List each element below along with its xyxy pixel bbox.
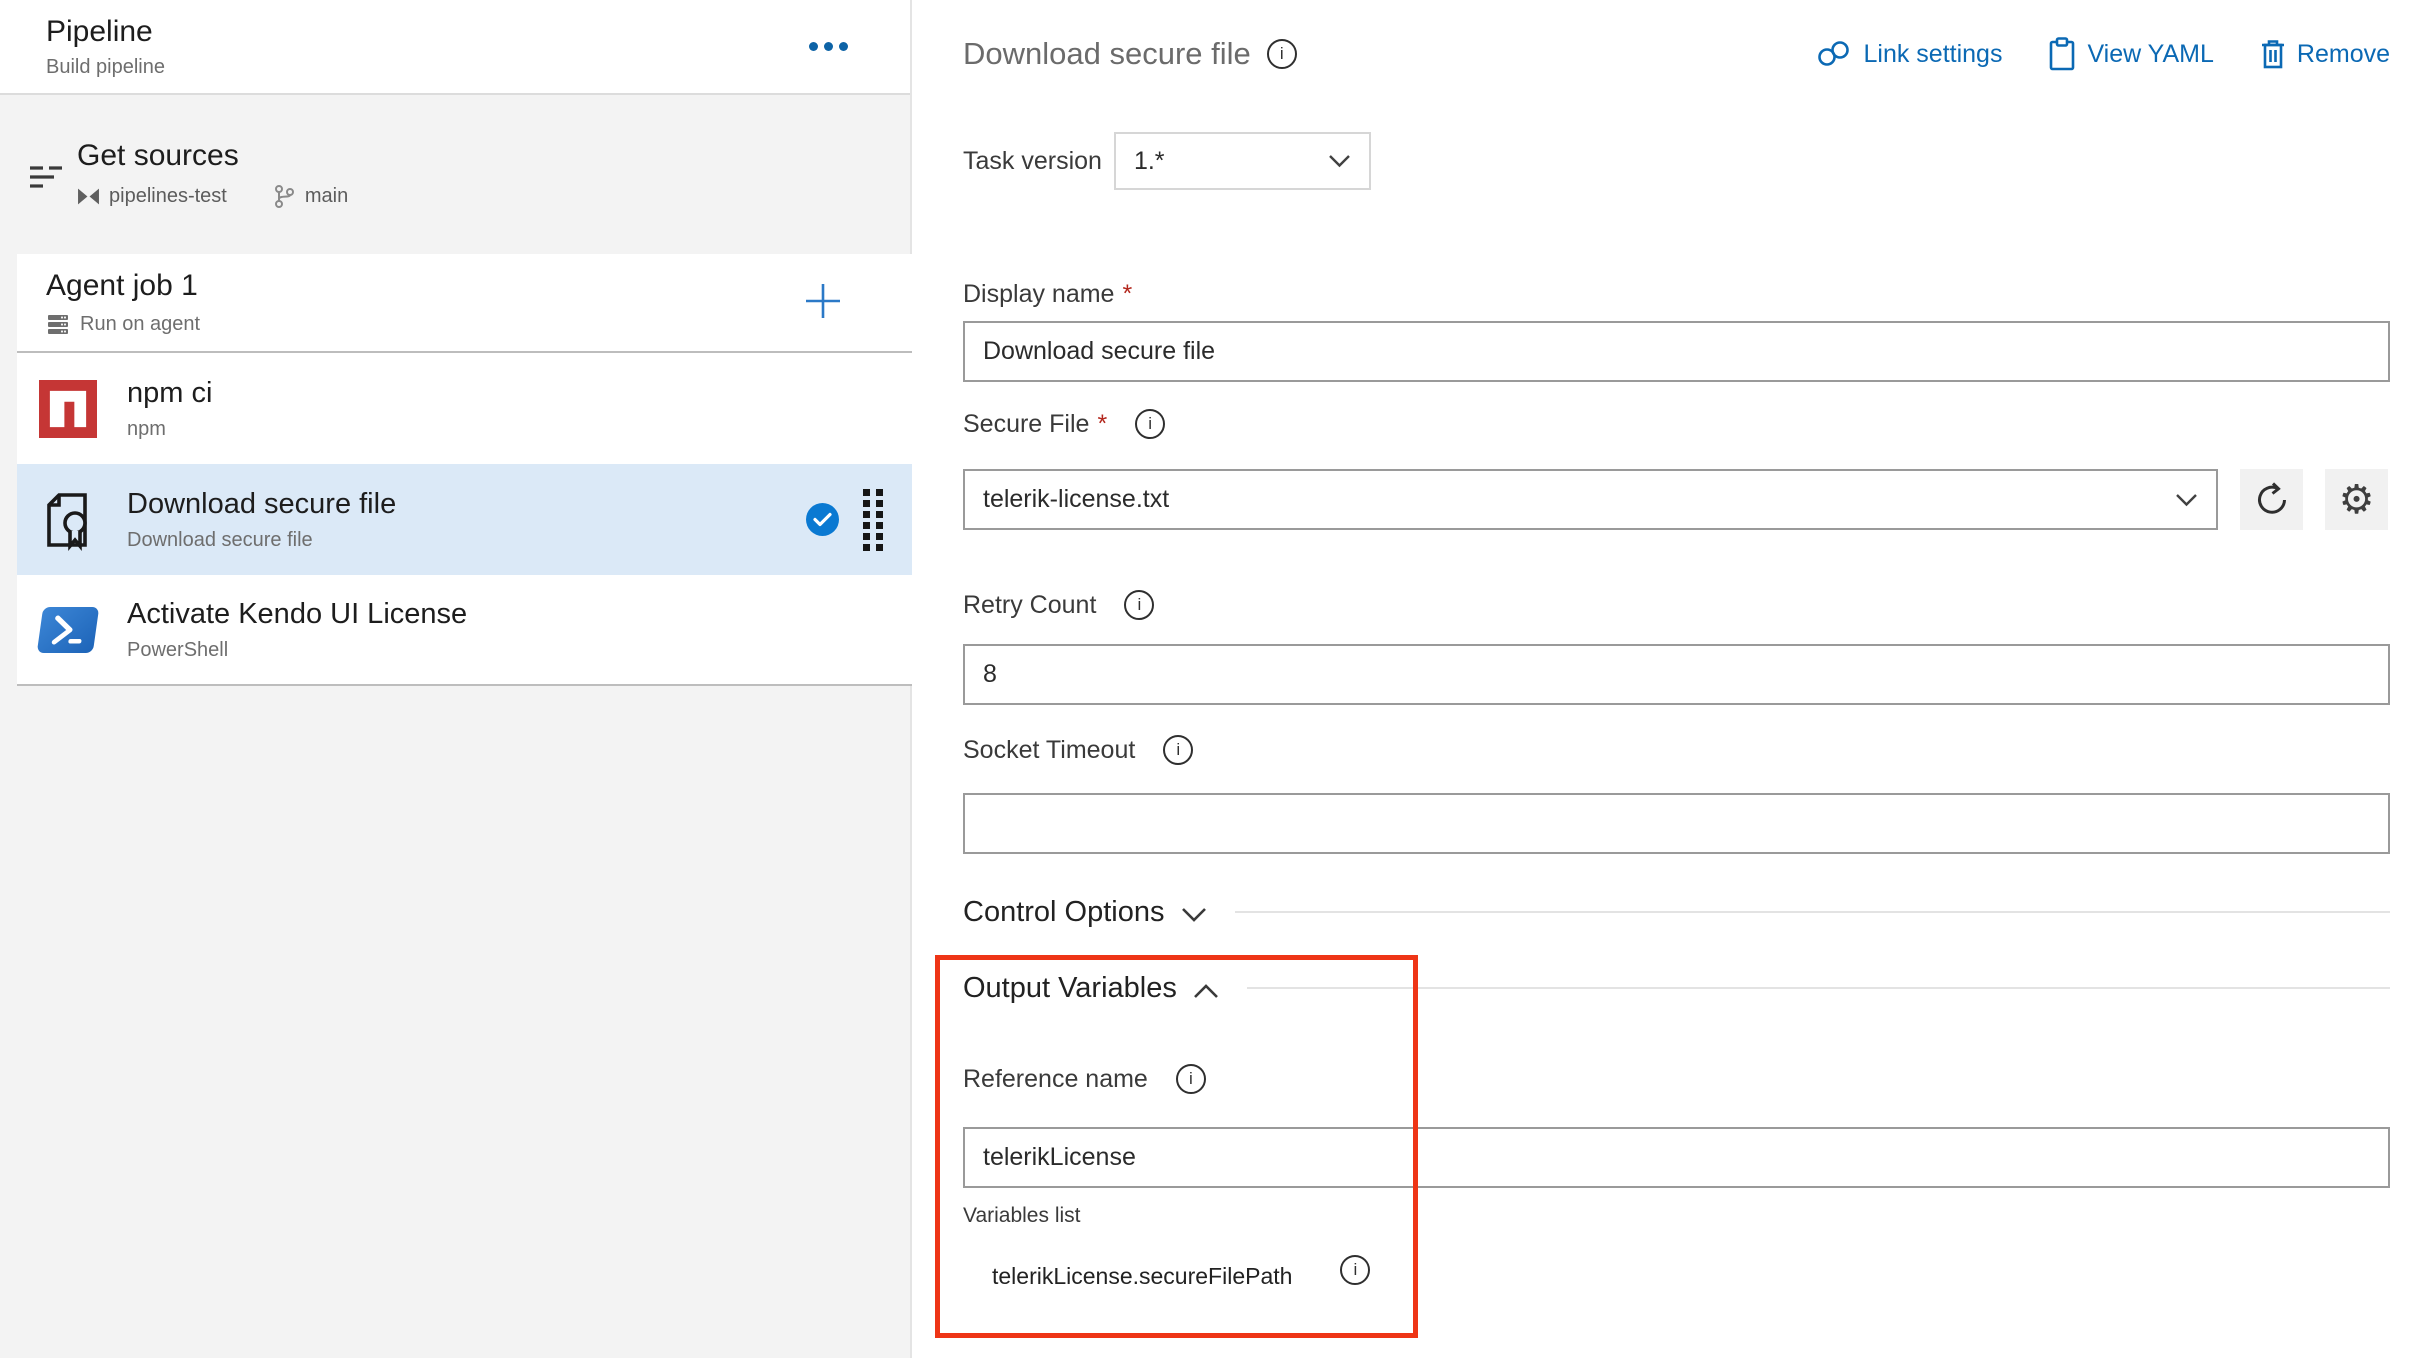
info-icon[interactable]: i <box>1176 1064 1206 1094</box>
pipeline-subtitle: Build pipeline <box>46 56 165 79</box>
display-name-label: Display name * <box>963 280 2390 309</box>
task-version-select[interactable]: 1.* <box>1114 132 1371 190</box>
settings-button[interactable]: ⚙ <box>2325 469 2388 530</box>
add-task-button[interactable] <box>800 278 846 327</box>
task-subtitle: PowerShell <box>127 639 467 662</box>
output-variable-name: telerikLicense.secureFilePath <box>992 1263 1292 1290</box>
chevron-down-icon <box>1181 907 1207 923</box>
remove-button[interactable]: Remove <box>2260 38 2390 70</box>
section-divider <box>1235 911 2391 913</box>
required-marker: * <box>1122 280 1132 309</box>
chevron-down-icon <box>1328 154 1351 168</box>
link-settings-button[interactable]: Link settings <box>1816 40 2002 69</box>
task-version-row: Task version 1.* <box>963 132 2390 190</box>
display-name-input[interactable] <box>963 321 2390 382</box>
section-output-variables[interactable]: Output Variables <box>963 967 2390 1009</box>
pipeline-title: Pipeline <box>46 15 165 49</box>
powershell-icon <box>37 607 99 653</box>
required-marker: * <box>1097 410 1107 439</box>
variables-list-label: Variables list <box>963 1204 2390 1228</box>
repository-name: pipelines-test <box>109 185 227 208</box>
clipboard-icon <box>2048 37 2076 71</box>
pipeline-header-text: Pipeline Build pipeline <box>46 15 165 79</box>
agent-server-icon <box>46 312 70 336</box>
reference-name-input[interactable] <box>963 1127 2390 1188</box>
reference-name-label: Reference name i <box>963 1064 2390 1094</box>
info-icon[interactable]: i <box>1267 39 1297 69</box>
retry-count-label: Retry Count i <box>963 590 2390 620</box>
repository-icon <box>77 187 100 206</box>
branch-icon <box>273 183 296 210</box>
link-icon <box>1816 40 1852 68</box>
branch-name: main <box>305 185 348 208</box>
task-item-activate-kendo-license[interactable]: Activate Kendo UI License PowerShell <box>17 575 912 686</box>
more-options-button[interactable] <box>803 36 854 57</box>
task-detail-panel: Download secure file i Link settings Vie… <box>912 0 2410 1358</box>
get-sources-title: Get sources <box>77 139 348 173</box>
secure-file-icon <box>39 489 97 551</box>
sidebar-item-agent-job[interactable]: Agent job 1 Run on agent <box>17 254 912 353</box>
ellipsis-icon <box>809 42 818 51</box>
task-title: Activate Kendo UI License <box>127 598 467 631</box>
section-divider <box>1247 987 2390 989</box>
info-icon[interactable]: i <box>1124 590 1154 620</box>
refresh-button[interactable] <box>2240 469 2303 530</box>
section-control-options[interactable]: Control Options <box>963 891 2390 933</box>
agent-job-card: Agent job 1 Run on agent <box>17 254 912 686</box>
panel-header: Download secure file i Link settings Vie… <box>963 30 2390 78</box>
sidebar-item-get-sources[interactable]: Get sources pipelines-test main <box>0 95 910 254</box>
sidebar-empty-area <box>0 686 910 1358</box>
refresh-icon <box>2253 481 2291 519</box>
task-item-download-secure-file[interactable]: Download secure file Download secure fil… <box>17 464 912 575</box>
pipeline-header: Pipeline Build pipeline <box>0 0 910 95</box>
gear-icon: ⚙ <box>2339 480 2375 520</box>
task-version-label: Task version <box>963 147 1102 176</box>
output-variable-item: telerikLicense.secureFilePath i <box>992 1256 2390 1296</box>
task-subtitle: npm <box>127 418 212 441</box>
chevron-down-icon <box>2175 493 2198 507</box>
agent-job-subtitle: Run on agent <box>80 313 200 336</box>
sidebar: Pipeline Build pipeline Get sources pipe… <box>0 0 912 1358</box>
task-subtitle: Download secure file <box>127 529 396 552</box>
trash-icon <box>2260 38 2286 70</box>
task-item-npm-ci[interactable]: npm ci npm <box>17 353 912 464</box>
pipeline-editor: Pipeline Build pipeline Get sources pipe… <box>0 0 2410 1358</box>
retry-count-input[interactable] <box>963 644 2390 705</box>
chevron-up-icon <box>1193 983 1219 999</box>
info-icon[interactable]: i <box>1135 409 1165 439</box>
task-title: npm ci <box>127 377 212 410</box>
secure-file-select[interactable]: telerik-license.txt <box>963 469 2218 530</box>
info-icon[interactable]: i <box>1340 1255 1370 1285</box>
view-yaml-button[interactable]: View YAML <box>2048 37 2213 71</box>
socket-timeout-label: Socket Timeout i <box>963 735 2390 765</box>
npm-icon <box>39 380 97 438</box>
socket-timeout-input[interactable] <box>963 793 2390 854</box>
plus-icon <box>800 278 846 324</box>
secure-file-row: telerik-license.txt ⚙ <box>963 469 2390 530</box>
panel-title: Download secure file <box>963 36 1251 72</box>
secure-file-label: Secure File * i <box>963 409 2390 439</box>
drag-handle[interactable] <box>863 489 883 551</box>
get-sources-icon <box>22 156 64 198</box>
task-title: Download secure file <box>127 488 396 521</box>
info-icon[interactable]: i <box>1163 735 1193 765</box>
selected-check-icon <box>806 503 839 536</box>
agent-job-title: Agent job 1 <box>46 269 912 303</box>
